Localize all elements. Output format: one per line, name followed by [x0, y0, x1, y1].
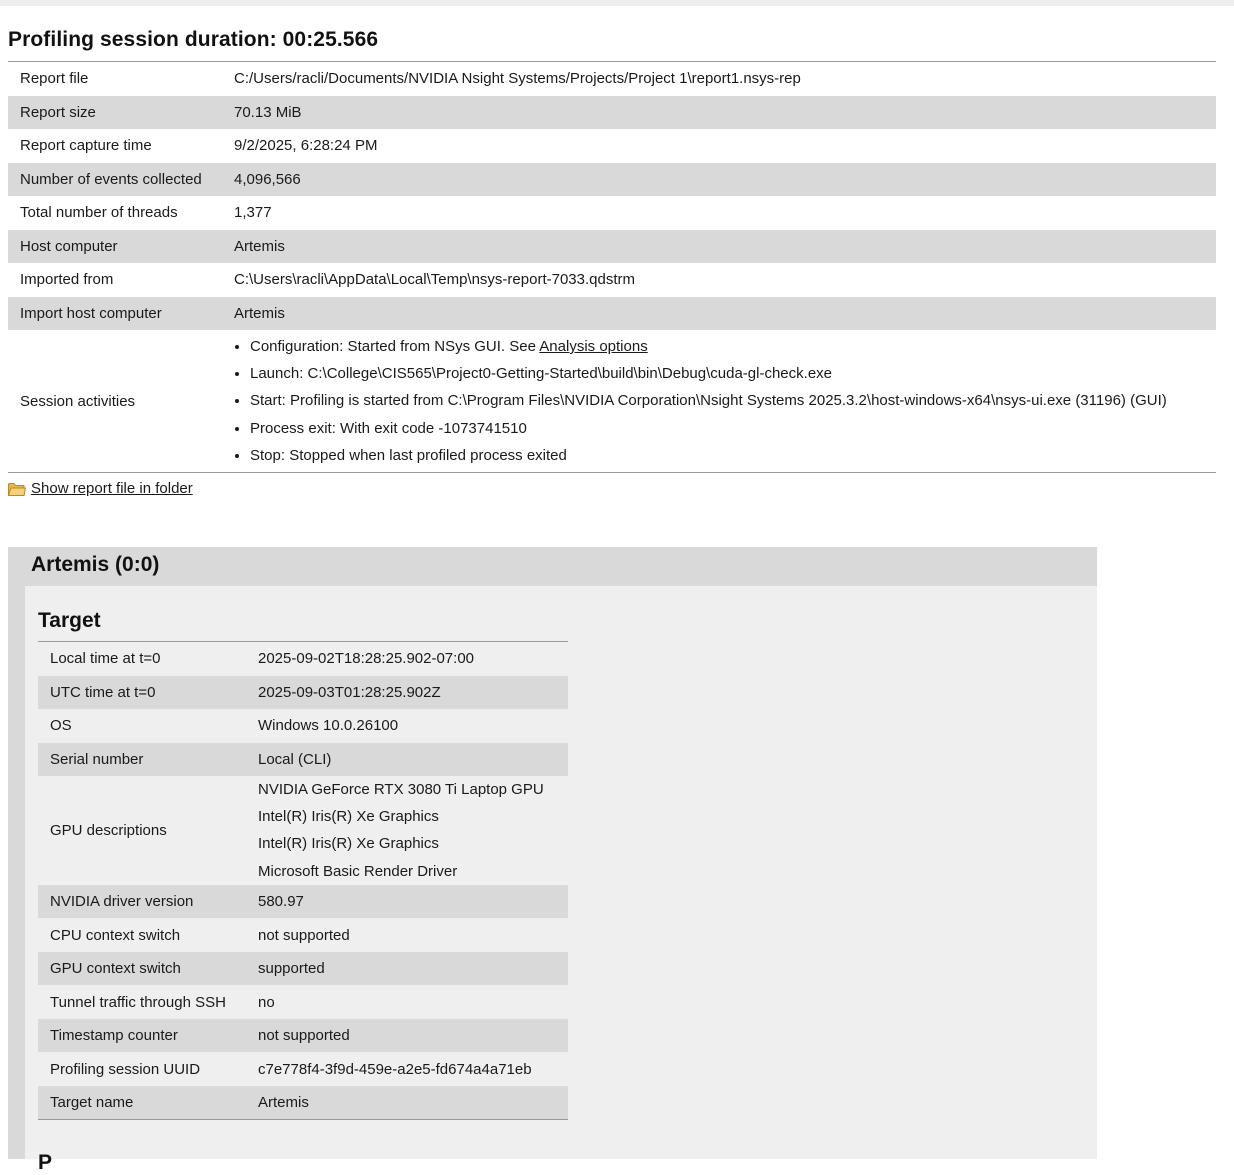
row-label: Profiling session UUID	[50, 1060, 201, 1078]
row-value: Windows 10.0.26100	[258, 717, 399, 735]
row-tunnel-ssh: Tunnel traffic through SSH no	[38, 985, 568, 1019]
row-value: C:\Users\racli\AppData\Local\Temp\nsys-r…	[234, 271, 635, 289]
row-label: Tunnel traffic through SSH	[50, 993, 226, 1011]
row-label: OS	[50, 717, 72, 735]
activity-start: Start: Profiling is started from C:\Prog…	[250, 387, 1204, 414]
row-host-computer: Host computer Artemis	[8, 229, 1216, 263]
row-value: C:/Users/racli/Documents/NVIDIA Nsight S…	[234, 70, 801, 88]
row-value: 580.97	[246, 884, 568, 919]
row-import-host-computer: Import host computer Artemis	[8, 296, 1216, 330]
host-panel-body: Target Local time at t=0 2025-09-02T18:2…	[25, 586, 1097, 1174]
row-value: c7e778f4-3f9d-459e-a2e5-fd674a4a71eb	[258, 1060, 532, 1078]
row-label: Report file	[20, 70, 89, 88]
row-os: OS Windows 10.0.26100	[38, 709, 568, 743]
row-cpu-context-switch: CPU context switch not supported	[38, 918, 568, 952]
row-serial-number: Serial number Local (CLI)	[38, 742, 568, 776]
row-target-name: Target name Artemis	[38, 1085, 568, 1120]
row-label: Report size	[8, 95, 222, 129]
row-value: 4,096,566	[222, 162, 1216, 196]
row-label: Local time at t=0	[50, 650, 161, 668]
row-label: Import host computer	[8, 296, 222, 330]
row-gpu-descriptions: GPU descriptions NVIDIA GeForce RTX 3080…	[38, 776, 568, 885]
activity-configuration-text: Configuration: Started from NSys GUI. Se…	[250, 337, 540, 355]
row-value: Artemis	[222, 296, 1216, 330]
row-label: Target name	[38, 1085, 246, 1120]
row-report-capture-time: Report capture time 9/2/2025, 6:28:24 PM	[8, 129, 1216, 163]
show-report-file-in-folder-link[interactable]: Show report file in folder	[31, 480, 193, 497]
activity-process-exit: Process exit: With exit code -1073741510	[250, 415, 1204, 442]
session-duration-title: Profiling session duration: 00:25.566	[8, 28, 379, 51]
row-label: Imported from	[20, 271, 114, 289]
row-label: Report capture time	[20, 137, 152, 155]
row-label: Session activities	[20, 392, 136, 410]
row-local-time: Local time at t=0 2025-09-02T18:28:25.90…	[38, 642, 568, 676]
row-total-threads: Total number of threads 1,377	[8, 196, 1216, 230]
row-label: Number of events collected	[8, 162, 222, 196]
row-label: Host computer	[8, 229, 222, 263]
row-label: Serial number	[38, 742, 246, 776]
session-activities-list: Configuration: Started from NSys GUI. Se…	[234, 333, 1204, 469]
gpu-item: Intel(R) Iris(R) Xe Graphics	[258, 808, 439, 826]
analysis-options-link[interactable]: Analysis options	[539, 338, 647, 355]
row-value: 1,377	[234, 204, 272, 222]
row-events-collected: Number of events collected 4,096,566	[8, 162, 1216, 196]
row-label: CPU context switch	[50, 926, 181, 944]
row-label: Total number of threads	[20, 204, 178, 222]
row-value: 9/2/2025, 6:28:24 PM	[234, 137, 378, 155]
activity-launch: Launch: C:\College\CIS565\Project0-Getti…	[250, 360, 1204, 387]
target-table: Local time at t=0 2025-09-02T18:28:25.90…	[38, 641, 568, 1121]
row-label: Timestamp counter	[38, 1018, 246, 1053]
host-panel-title: Artemis (0:0)	[31, 553, 160, 576]
row-gpu-context-switch: GPU context switch supported	[38, 951, 568, 986]
row-value: no	[258, 993, 275, 1011]
gpu-list: NVIDIA GeForce RTX 3080 Ti Laptop GPU In…	[246, 776, 568, 885]
row-value: Artemis	[246, 1085, 568, 1120]
activity-stop: Stop: Stopped when last profiled process…	[250, 442, 1204, 469]
row-session-uuid: Profiling session UUID c7e778f4-3f9d-459…	[38, 1052, 568, 1086]
row-utc-time: UTC time at t=0 2025-09-03T01:28:25.902Z	[38, 675, 568, 709]
row-value: Artemis	[222, 229, 1216, 263]
target-section-title: Target	[38, 609, 101, 632]
folder-icon	[7, 482, 27, 496]
gpu-item: Microsoft Basic Render Driver	[258, 862, 458, 880]
session-summary-table: Report file C:/Users/racli/Documents/NVI…	[8, 61, 1216, 473]
row-label: UTC time at t=0	[38, 675, 246, 709]
row-timestamp-counter: Timestamp counter not supported	[38, 1018, 568, 1053]
row-value: Local (CLI)	[246, 742, 568, 776]
row-value: 2025-09-02T18:28:25.902-07:00	[258, 650, 475, 668]
top-bar	[0, 0, 1234, 6]
activity-configuration: Configuration: Started from NSys GUI. Se…	[250, 333, 1204, 360]
row-value: 70.13 MiB	[222, 95, 1216, 129]
host-panel: Artemis (0:0) Target Local time at t=0 2…	[8, 547, 1097, 1174]
row-imported-from: Imported from C:\Users\racli\AppData\Loc…	[8, 263, 1216, 297]
row-label: GPU context switch	[38, 951, 246, 986]
row-value: supported	[246, 951, 568, 986]
gpu-item: Intel(R) Iris(R) Xe Graphics	[258, 835, 439, 853]
session-activities-list-cell: Configuration: Started from NSys GUI. Se…	[222, 330, 1216, 473]
row-report-size: Report size 70.13 MiB	[8, 95, 1216, 129]
next-section-title: P	[38, 1151, 53, 1174]
row-report-file: Report file C:/Users/racli/Documents/NVI…	[8, 62, 1216, 96]
row-value: not supported	[246, 1018, 568, 1053]
show-in-folder-row[interactable]: Show report file in folder	[7, 480, 193, 497]
row-label: NVIDIA driver version	[38, 884, 246, 919]
row-driver-version: NVIDIA driver version 580.97	[38, 884, 568, 919]
gpu-item: NVIDIA GeForce RTX 3080 Ti Laptop GPU	[258, 781, 544, 798]
row-session-activities: Session activities Configuration: Starte…	[8, 330, 1216, 473]
row-label: GPU descriptions	[50, 821, 167, 839]
row-value: not supported	[258, 926, 350, 944]
row-value: 2025-09-03T01:28:25.902Z	[246, 675, 568, 709]
